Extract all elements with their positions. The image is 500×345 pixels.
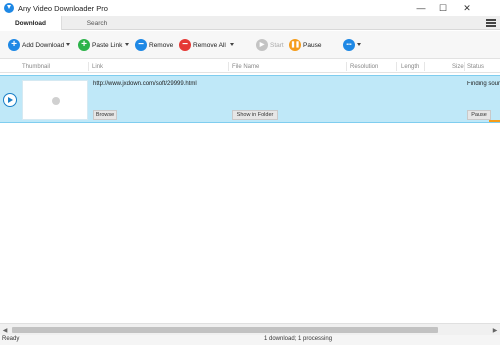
loading-dot-icon [52,97,60,105]
minimize-button[interactable]: — [410,0,432,16]
minus-icon: − [179,39,191,51]
add-download-label: Add Download [22,41,65,49]
more-icon: ••• [343,39,355,51]
column-thumbnail[interactable]: Thumbnail [22,60,50,73]
column-divider[interactable] [88,62,89,71]
app-download-icon [4,3,14,13]
plus-icon: + [78,39,90,51]
row-pause-button[interactable]: Pause [467,110,491,120]
menu-icon[interactable] [486,19,496,27]
scrollbar-thumb[interactable] [12,327,438,333]
remove-button[interactable]: − Remove [135,38,173,52]
more-dropdown-icon[interactable] [357,43,361,46]
row-link: http://www.jxdown.com/soft/29999.html [93,81,197,87]
paste-link-button[interactable]: + Paste Link [78,38,122,52]
toolbar: + Add Download + Paste Link − Remove − R… [0,31,500,59]
more-button[interactable]: ••• [343,38,357,52]
column-link[interactable]: Link [92,60,103,73]
pause-icon: ❚❚ [289,39,301,51]
progress-bar [489,120,500,122]
title-bar: Any Video Downloader Pro — ☐ ✕ [0,0,500,16]
tab-search[interactable]: Search [62,16,132,30]
tab-download[interactable]: Download [0,16,62,30]
window-title: Any Video Downloader Pro [18,3,108,13]
remove-label: Remove [149,41,174,49]
remove-all-button[interactable]: − Remove All [179,38,226,52]
add-download-button[interactable]: + Add Download [8,38,64,52]
browse-button[interactable]: Browse [93,110,117,120]
maximize-button[interactable]: ☐ [432,0,454,16]
column-resolution[interactable]: Resolution [350,60,378,73]
close-button[interactable]: ✕ [456,0,478,16]
status-summary: 1 download; 1 processing [264,336,333,342]
column-size[interactable]: Size [452,60,464,73]
download-list-area[interactable] [0,124,500,323]
row-status: Finding source [467,81,500,87]
paste-link-label: Paste Link [92,41,123,49]
minus-icon: − [135,39,147,51]
start-label: Start [270,41,284,49]
thumbnail [22,80,88,120]
paste-link-dropdown-icon[interactable] [125,43,129,46]
column-divider[interactable] [346,62,347,71]
remove-all-label: Remove All [193,41,226,49]
status-ready: Ready [2,336,20,342]
play-icon[interactable] [3,93,17,107]
remove-all-dropdown-icon[interactable] [230,43,234,46]
show-in-folder-button[interactable]: Show in Folder [232,110,278,120]
column-divider[interactable] [228,62,229,71]
play-icon: ▶ [256,39,268,51]
pause-button[interactable]: ❚❚ Pause [289,38,321,52]
column-divider[interactable] [464,62,465,71]
column-status[interactable]: Status [467,60,484,73]
plus-icon: + [8,39,20,51]
horizontal-scrollbar[interactable]: ◀ ▶ [0,323,500,335]
tab-bar: Download Search [0,16,500,30]
column-length[interactable]: Length [401,60,419,73]
column-header-row: Thumbnail Link File Name Resolution Leng… [0,60,500,73]
pause-label: Pause [303,41,322,49]
add-download-dropdown-icon[interactable] [66,43,70,46]
start-button[interactable]: ▶ Start [256,38,284,52]
column-divider[interactable] [424,62,425,71]
download-row[interactable]: http://www.jxdown.com/soft/29999.html Fi… [0,75,500,123]
column-file-name[interactable]: File Name [232,60,259,73]
status-bar: Ready 1 download; 1 processing [0,335,500,345]
column-divider[interactable] [396,62,397,71]
